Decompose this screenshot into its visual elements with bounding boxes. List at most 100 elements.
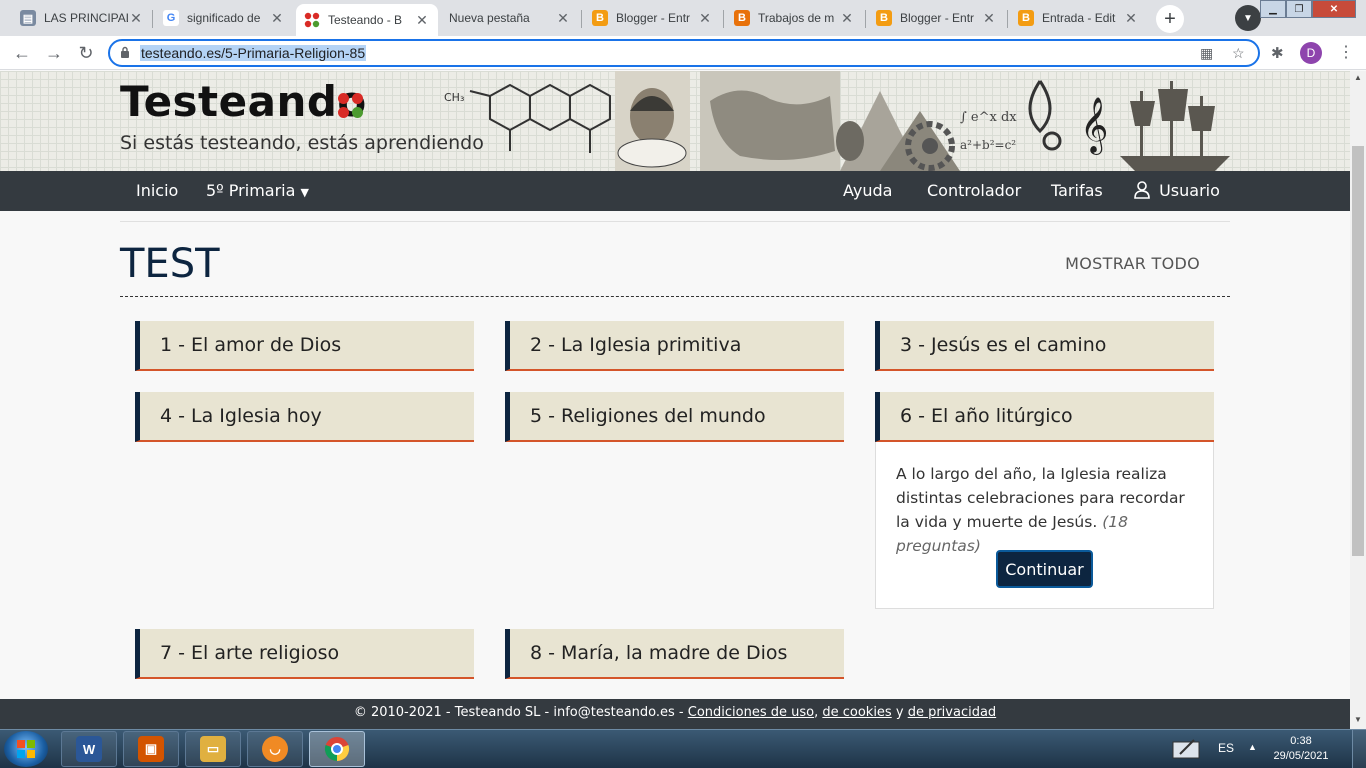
uc-browser-icon: ◡ [262,736,288,762]
tab-6[interactable]: B Trabajos de m ✕ [726,4,863,32]
svg-text:a²+b²=c²: a²+b²=c² [960,138,1016,152]
nav-grade-dropdown[interactable]: 5º Primaria ▼ [206,171,309,211]
restore-icon[interactable]: ❐ [1286,0,1312,18]
system-clock[interactable]: 0:38 29/05/2021 [1268,734,1334,764]
footer-cookies-link[interactable]: de cookies [822,705,891,720]
folder-icon: ▭ [200,736,226,762]
tab-title: Trabajos de m [758,11,835,25]
blogger-icon: B [876,10,892,26]
tab-title: Blogger - Entr [900,11,975,25]
svg-text:𝄞: 𝄞 [1080,97,1108,155]
tab-1[interactable]: ▤ LAS PRINCIPALES ✕ [12,4,152,32]
url-text[interactable]: testeando.es/5-Primaria-Religion-85 [140,45,367,61]
language-indicator[interactable]: ES [1218,741,1234,755]
close-window-icon[interactable]: ✕ [1312,0,1356,18]
nav-user[interactable]: Usuario [1134,171,1220,211]
taskbar-app[interactable]: ▣ [123,731,179,767]
svg-text:CH₃: CH₃ [444,91,464,104]
tab-4[interactable]: Nueva pestaña ✕ [441,4,579,32]
pen-tablet-icon[interactable] [1172,738,1202,763]
dashed-divider [120,296,1230,297]
main-navbar: Inicio 5º Primaria ▼ Ayuda Controlador T… [0,171,1350,211]
google-icon: G [163,10,179,26]
continue-button[interactable]: Continuar [996,550,1093,588]
new-tab-button[interactable]: + [1156,5,1184,33]
tab-close-icon[interactable]: ✕ [128,10,144,27]
tab-8[interactable]: B Entrada - Edit ✕ [1010,4,1147,32]
profile-avatar[interactable]: D [1300,42,1322,64]
scroll-down-icon[interactable]: ▼ [1354,715,1362,724]
taskbar-word[interactable]: W [61,731,117,767]
topic-card-5[interactable]: 5 - Religiones del mundo [505,392,844,442]
scroll-up-icon[interactable]: ▲ [1354,73,1362,82]
topic-card-4[interactable]: 4 - La Iglesia hoy [135,392,474,442]
tab-close-icon[interactable]: ✕ [414,12,430,29]
tab-close-icon[interactable]: ✕ [1123,10,1139,27]
blogger-icon: B [592,10,608,26]
page-viewport: CH₃ ∫ e^x dx a²+b²=c² 𝄞 Testeando Si est… [0,71,1350,729]
topic-title: 3 - Jesús es el camino [900,334,1107,356]
clock-date: 29/05/2021 [1273,750,1329,762]
user-icon [1134,181,1150,199]
tab-close-icon[interactable]: ✕ [555,10,571,27]
site-slogan: Si estás testeando, estás aprendiendo [120,132,484,154]
tab-close-icon[interactable]: ✕ [981,10,997,27]
nav-home[interactable]: Inicio [136,171,178,211]
back-icon[interactable]: ← [10,41,34,65]
tab-close-icon[interactable]: ✕ [839,10,855,27]
tab-title: Blogger - Entr [616,11,691,25]
tab-search-icon[interactable]: ▼ [1235,5,1261,31]
page-scrollbar[interactable]: ▲ ▼ [1350,71,1366,729]
lock-icon[interactable] [120,46,130,61]
site-header: CH₃ ∫ e^x dx a²+b²=c² 𝄞 Testeando Si est… [0,71,1350,171]
minimize-icon[interactable]: ▁ [1260,0,1286,18]
tab-2[interactable]: G significado de ✕ [155,4,293,32]
topic-card-1[interactable]: 1 - El amor de Dios [135,321,474,371]
tab-title: Testeando - B [328,13,403,27]
topic-card-3[interactable]: 3 - Jesús es el camino [875,321,1214,371]
nav-help[interactable]: Ayuda [843,171,892,211]
show-desktop-button[interactable] [1352,730,1366,768]
topic-description-text: A lo largo del año, la Iglesia realiza d… [896,465,1185,531]
topic-card-2[interactable]: 2 - La Iglesia primitiva [505,321,844,371]
footer-terms-link[interactable]: Condiciones de uso [688,705,814,720]
nav-prices[interactable]: Tarifas [1051,171,1103,211]
menu-kebab-icon[interactable]: ⋮ [1338,42,1354,62]
site-footer: © 2010-2021 - Testeando SL - info@testea… [0,699,1350,729]
topic-card-6[interactable]: 6 - El año litúrgico [875,392,1214,442]
divider [120,221,1230,222]
tab-5[interactable]: B Blogger - Entr ✕ [584,4,721,32]
word-icon: W [76,736,102,762]
tray-expand-icon[interactable]: ▲ [1248,742,1257,752]
extensions-icon[interactable]: ✱ [1271,44,1284,62]
browser-toolbar: ← → ↻ testeando.es/5-Primaria-Religion-8… [0,36,1366,70]
topic-card-7[interactable]: 7 - El arte religioso [135,629,474,679]
qr-code-icon[interactable]: ▦ [1200,45,1213,62]
svg-text:∫ e^x dx: ∫ e^x dx [960,110,1017,125]
tab-close-icon[interactable]: ✕ [697,10,713,27]
start-button[interactable] [4,731,48,767]
tab-separator [723,10,724,28]
nav-controller[interactable]: Controlador [927,171,1021,211]
tab-3-active[interactable]: Testeando - B ✕ [296,4,438,36]
forward-icon[interactable]: → [42,41,66,65]
address-bar[interactable]: testeando.es/5-Primaria-Religion-85 ▦ ☆ [108,39,1260,67]
windows-logo-icon [17,740,35,758]
footer-privacy-link[interactable]: de privacidad [908,705,996,720]
show-all-link[interactable]: MOSTRAR TODO [1065,254,1200,273]
topic-card-8[interactable]: 8 - María, la madre de Dios [505,629,844,679]
tab-separator [581,10,582,28]
reload-icon[interactable]: ↻ [74,41,98,65]
site-logo[interactable]: Testeando [120,77,367,126]
tab-close-icon[interactable]: ✕ [269,10,285,27]
topic-title: 2 - La Iglesia primitiva [530,334,742,356]
taskbar-chrome[interactable] [309,731,365,767]
taskbar-explorer[interactable]: ▭ [185,731,241,767]
taskbar-uc-browser[interactable]: ◡ [247,731,303,767]
bookmark-star-icon[interactable]: ☆ [1232,45,1245,62]
topic-title: 8 - María, la madre de Dios [530,642,788,664]
tab-7[interactable]: B Blogger - Entr ✕ [868,4,1005,32]
logo-dots-icon [338,93,364,119]
scrollbar-thumb[interactable] [1352,146,1364,556]
document-icon: ▤ [20,10,36,26]
